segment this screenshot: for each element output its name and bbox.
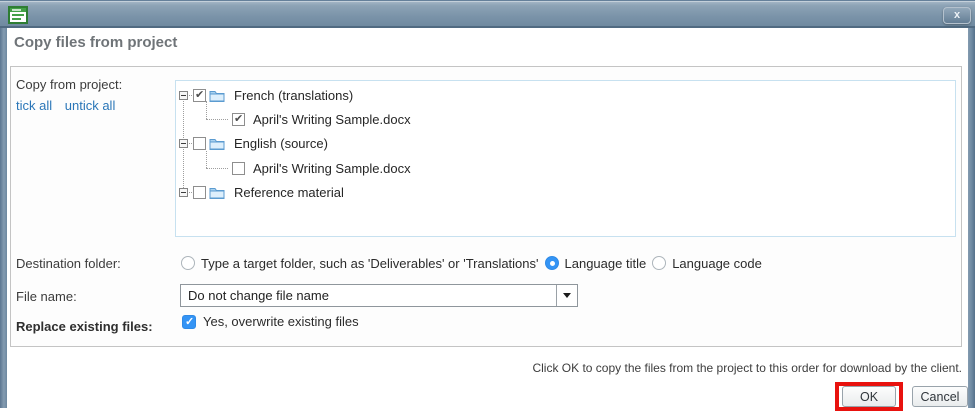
destination-folder-label: Destination folder:: [16, 256, 121, 271]
target-folder-radio[interactable]: [181, 256, 195, 270]
tree-label-english-file[interactable]: April's Writing Sample.docx: [253, 161, 411, 176]
destination-options: Type a target folder, such as 'Deliverab…: [181, 255, 768, 271]
tree-row-reference: Reference material: [176, 182, 344, 202]
folder-icon: [209, 186, 225, 199]
dialog-title: Copy files from project: [14, 34, 177, 51]
dialog-right-border: [968, 28, 975, 408]
file-name-dropdown[interactable]: Do not change file name: [180, 284, 578, 307]
dialog-left-border: [0, 28, 7, 408]
tree-row-english: English (source): [176, 133, 328, 153]
french-checkbox[interactable]: [193, 89, 206, 102]
french-file-checkbox[interactable]: [232, 113, 245, 126]
english-file-checkbox[interactable]: [232, 162, 245, 175]
target-folder-radio-label[interactable]: Type a target folder, such as 'Deliverab…: [201, 256, 539, 271]
window-form-icon: [8, 6, 28, 24]
language-code-radio[interactable]: [652, 256, 666, 270]
replace-option: Yes, overwrite existing files: [182, 314, 359, 329]
untick-all-link[interactable]: untick all: [65, 98, 116, 113]
collapse-icon[interactable]: [179, 188, 188, 197]
folder-icon: [209, 137, 225, 150]
overwrite-checkbox[interactable]: [182, 315, 196, 329]
language-title-radio-label[interactable]: Language title: [565, 256, 647, 271]
ok-button[interactable]: OK: [842, 386, 896, 407]
option-target-folder: Type a target folder, such as 'Deliverab…: [181, 256, 539, 271]
dropdown-button[interactable]: [556, 285, 577, 306]
tree-label-english[interactable]: English (source): [234, 136, 328, 151]
overwrite-checkbox-label[interactable]: Yes, overwrite existing files: [203, 314, 359, 329]
tree-label-french-file[interactable]: April's Writing Sample.docx: [253, 112, 411, 127]
file-name-dropdown-value: Do not change file name: [181, 288, 556, 303]
dialog-titlebar: x: [0, 0, 975, 28]
english-checkbox[interactable]: [193, 137, 206, 150]
tree-row-english-file: April's Writing Sample.docx: [176, 158, 411, 178]
close-button[interactable]: x: [943, 7, 971, 24]
tree-row-french-file: April's Writing Sample.docx: [176, 109, 411, 129]
folder-icon: [209, 89, 225, 102]
option-language-code: Language code: [652, 256, 762, 271]
tree-label-reference[interactable]: Reference material: [234, 185, 344, 200]
chevron-down-icon: [563, 293, 571, 298]
footer-instruction: Click OK to copy the files from the proj…: [532, 361, 962, 375]
cancel-button[interactable]: Cancel: [912, 386, 968, 407]
language-title-radio[interactable]: [545, 256, 559, 270]
tick-all-link[interactable]: tick all: [16, 98, 52, 113]
replace-existing-label: Replace existing files:: [16, 319, 153, 334]
language-code-radio-label[interactable]: Language code: [672, 256, 762, 271]
reference-checkbox[interactable]: [193, 186, 206, 199]
tree-label-french[interactable]: French (translations): [234, 88, 353, 103]
collapse-icon[interactable]: [179, 91, 188, 100]
copy-files-dialog: x Copy files from project Copy from proj…: [0, 0, 975, 420]
option-language-title: Language title: [545, 256, 647, 271]
collapse-icon[interactable]: [179, 139, 188, 148]
tree-row-french: French (translations): [176, 85, 353, 105]
tree-bulk-links: tick all untick all: [16, 98, 124, 113]
project-file-tree: French (translations) April's Writing Sa…: [175, 80, 956, 237]
copy-from-project-label: Copy from project:: [16, 77, 122, 92]
file-name-label: File name:: [16, 289, 77, 304]
